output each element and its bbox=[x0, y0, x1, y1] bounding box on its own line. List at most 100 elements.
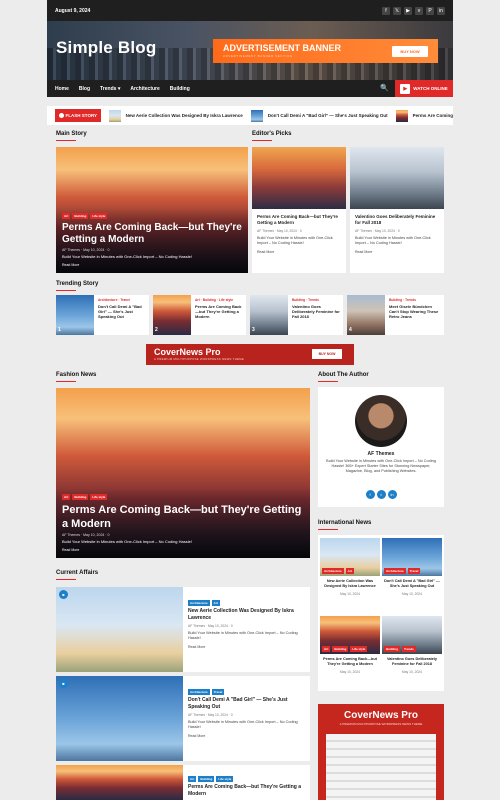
tag[interactable]: Building bbox=[384, 646, 400, 652]
facebook-icon[interactable]: f bbox=[365, 490, 375, 499]
tag[interactable]: Building bbox=[72, 494, 89, 500]
read-more-link[interactable]: Read More bbox=[188, 734, 306, 738]
pinterest-icon[interactable]: P bbox=[426, 6, 434, 15]
vimeo-icon[interactable]: v bbox=[415, 6, 423, 15]
editors-pick-title[interactable]: Valentino Goes Deliberately Feminine for… bbox=[355, 214, 439, 226]
international-title[interactable]: Don't Call Demi A "Bad Girl" — She's Jus… bbox=[384, 579, 440, 589]
main-story-overlay: Art Building Life style Perms Are Coming… bbox=[56, 207, 248, 273]
tag[interactable]: Travel bbox=[211, 689, 225, 695]
youtube-icon[interactable]: ▶ bbox=[404, 6, 412, 15]
tag[interactable]: Life style bbox=[350, 646, 368, 652]
current-affairs-title[interactable]: New Aerie Collection Was Designed By Isk… bbox=[188, 608, 306, 621]
nav-blog[interactable]: Blog bbox=[79, 86, 90, 92]
trending-thumb: 4 bbox=[347, 295, 385, 335]
fashion-excerpt: Build Your Website in Minutes with One-C… bbox=[62, 539, 192, 544]
fashion-feature-card[interactable]: Art Building Life style Perms Are Coming… bbox=[56, 388, 310, 558]
read-more-link[interactable]: Read More bbox=[62, 548, 304, 552]
tag[interactable]: Art bbox=[211, 600, 221, 606]
main-story-card[interactable]: Art Building Life style Perms Are Coming… bbox=[56, 147, 248, 273]
trending-item[interactable]: 2 Art · Building · Life style Perms Are C… bbox=[153, 295, 246, 335]
international-title[interactable]: Valentino Goes Deliberately Feminine for… bbox=[384, 657, 440, 667]
nav-home[interactable]: Home bbox=[55, 86, 69, 92]
trending-title[interactable]: Don't Call Demi A "Bad Girl" — She's Jus… bbox=[98, 304, 146, 319]
site-title[interactable]: Simple Blog bbox=[56, 38, 156, 58]
trending-categories: Art · Building · Life style bbox=[195, 298, 234, 302]
tag[interactable]: Building bbox=[332, 646, 349, 652]
author-name[interactable]: AF Themes bbox=[318, 451, 444, 457]
tag[interactable]: Architecture bbox=[322, 568, 344, 574]
current-affairs-title[interactable]: Don't Call Demi A "Bad Girl" — She's Jus… bbox=[188, 697, 306, 710]
linkedin-icon[interactable]: in bbox=[387, 490, 397, 499]
tag[interactable]: Architecture bbox=[188, 600, 210, 606]
nav-trends[interactable]: Trends ▾ bbox=[100, 86, 120, 92]
mid-ad-title: CoverNews Pro bbox=[154, 347, 221, 357]
linkedin-icon[interactable]: in bbox=[437, 6, 445, 15]
international-thumb: Architecture Art bbox=[320, 538, 380, 576]
ad-buy-button[interactable]: BUY NOW bbox=[392, 46, 428, 57]
read-more-link[interactable]: Read More bbox=[62, 263, 242, 267]
international-news-widget: Architecture Art New Aerie Collection Was… bbox=[318, 535, 444, 691]
tag[interactable]: Travel bbox=[407, 568, 421, 574]
tag[interactable]: Building bbox=[198, 776, 215, 782]
international-item[interactable]: Art Building Life style Perms Are Coming B… bbox=[320, 616, 380, 677]
trending-categories: Architecture · Travel bbox=[98, 298, 130, 302]
tag[interactable]: Architecture bbox=[384, 568, 406, 574]
tag[interactable]: Architecture bbox=[188, 689, 210, 695]
international-item[interactable]: Architecture Travel Don't Call Demi A "Ba… bbox=[382, 538, 442, 599]
international-title[interactable]: New Aerie Collection Was Designed By Isk… bbox=[322, 579, 378, 589]
fashion-headline[interactable]: Perms Are Coming Back—but They're Gettin… bbox=[62, 503, 304, 531]
trending-title[interactable]: Valentino Goes Deliberately Feminine for… bbox=[292, 304, 340, 319]
read-more-link[interactable]: Read More bbox=[257, 250, 341, 254]
ticker-item[interactable]: Don't Call Demi A "Bad Girl" — She's Jus… bbox=[250, 109, 388, 122]
mid-ad-buy-button[interactable]: BUY NOW bbox=[312, 349, 342, 359]
international-item[interactable]: Building Trends Valentino Goes Deliberate… bbox=[382, 616, 442, 677]
nav-architecture[interactable]: Architecture bbox=[130, 86, 159, 92]
top-bar: August 9, 2024 f 𝕏 ▶ v P in bbox=[47, 0, 453, 21]
mid-ad-banner[interactable]: CoverNews Pro A PREMIUM MULTIPURPOSE WOR… bbox=[146, 344, 354, 365]
ticker-item[interactable]: Perms Are Coming bbox=[395, 109, 453, 122]
international-title[interactable]: Perms Are Coming Back—but They're Gettin… bbox=[322, 657, 378, 667]
tag[interactable]: Trends bbox=[402, 646, 416, 652]
trending-item[interactable]: 3 Building · Trends Valentino Goes Delibe… bbox=[250, 295, 343, 335]
facebook-icon[interactable]: f bbox=[382, 6, 390, 15]
editors-pick-image bbox=[252, 147, 346, 209]
tag[interactable]: Building bbox=[72, 213, 89, 219]
twitter-icon[interactable]: t bbox=[376, 490, 386, 499]
tag[interactable]: Art bbox=[188, 776, 197, 782]
international-item[interactable]: Architecture Art New Aerie Collection Was… bbox=[320, 538, 380, 599]
tag[interactable]: Art bbox=[345, 568, 355, 574]
trending-item[interactable]: 4 Building · Trends Meet Gisele Bündchen … bbox=[347, 295, 444, 335]
tag[interactable]: Art bbox=[62, 213, 71, 219]
tag[interactable]: Life style bbox=[90, 494, 108, 500]
trending-title[interactable]: Meet Gisele Bündchen Can't Stop Wearing … bbox=[389, 304, 441, 319]
editors-pick-title[interactable]: Perms Are Coming Back—but They're Gettin… bbox=[257, 214, 341, 226]
ticker-item[interactable]: New Aerie Collection Was Designed By Isk… bbox=[108, 109, 243, 122]
section-title-editors-picks: Editor's Picks bbox=[252, 131, 292, 141]
editors-pick-card[interactable]: Valentino Goes Deliberately Feminine for… bbox=[350, 147, 444, 273]
read-more-link[interactable]: Read More bbox=[355, 250, 439, 254]
fashion-meta: AF Themes · May 10, 2024 · 0 bbox=[62, 533, 110, 537]
trending-title[interactable]: Perms Are Coming Back—but They're Gettin… bbox=[195, 304, 243, 319]
watch-online-button[interactable]: ▶ WATCH ONLINE bbox=[395, 80, 453, 97]
read-more-link[interactable]: Read More bbox=[188, 645, 306, 649]
side-ad-banner[interactable]: CoverNews Pro A PREMIUM MULTIPURPOSE WOR… bbox=[318, 704, 444, 800]
trending-item[interactable]: 1 Architecture · Travel Don't Call Demi A… bbox=[56, 295, 149, 335]
search-icon[interactable]: 🔍 bbox=[380, 84, 389, 92]
main-story-headline[interactable]: Perms Are Coming Back—but They're Gettin… bbox=[62, 222, 242, 246]
trending-thumb: 3 bbox=[250, 295, 288, 335]
current-affairs-title[interactable]: Perms Are Coming Back—but They're Gettin… bbox=[188, 784, 306, 797]
nav-building[interactable]: Building bbox=[170, 86, 190, 92]
current-affairs-item[interactable]: ■ Architecture Art New Aerie Collection W… bbox=[56, 587, 310, 672]
tag[interactable]: Life style bbox=[90, 213, 108, 219]
trending-rank: 4 bbox=[349, 327, 352, 333]
current-affairs-item[interactable]: Art Building Life style Perms Are Coming B… bbox=[56, 765, 310, 800]
current-affairs-item[interactable]: ■ Architecture Travel Don't Call Demi A "… bbox=[56, 676, 310, 761]
header-ad-banner[interactable]: ADVERTISEMENT BANNER ADVERTISEMENT BANNE… bbox=[213, 39, 438, 63]
tag[interactable]: Life style bbox=[216, 776, 234, 782]
main-story-meta: AF Themes · May 10, 2024 · 0 bbox=[62, 248, 110, 252]
editors-pick-card[interactable]: Perms Are Coming Back—but They're Gettin… bbox=[252, 147, 346, 273]
live-dot-icon bbox=[58, 113, 64, 118]
x-icon[interactable]: 𝕏 bbox=[393, 6, 401, 15]
tag[interactable]: Art bbox=[322, 646, 331, 652]
tag[interactable]: Art bbox=[62, 494, 71, 500]
